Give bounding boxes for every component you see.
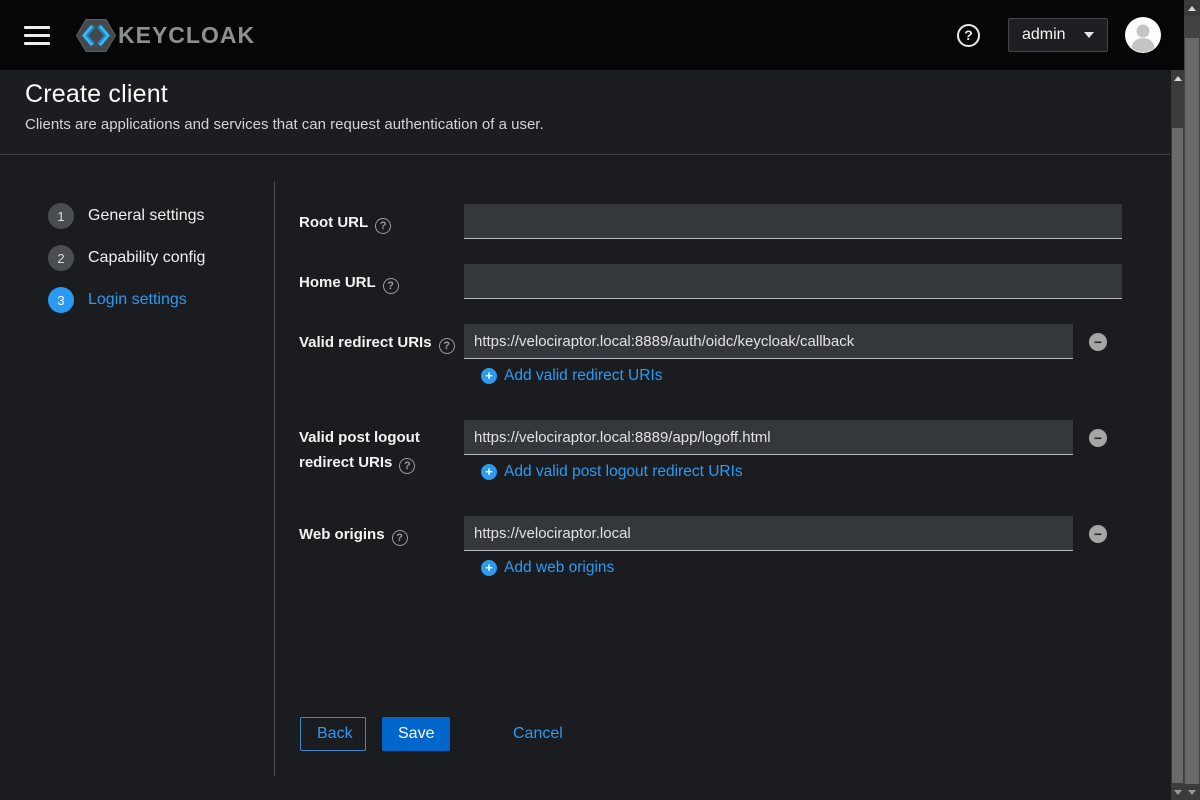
web-origins-label: Web origins? <box>299 525 459 546</box>
minus-circle-icon[interactable]: − <box>1089 333 1107 351</box>
page-title: Create client <box>25 80 1145 109</box>
keycloak-hexagon-icon <box>76 18 116 53</box>
minus-circle-icon[interactable]: − <box>1089 429 1107 447</box>
brand-text: KEYCLOAK <box>118 22 255 49</box>
step-label: Login settings <box>88 291 187 309</box>
help-circle-icon[interactable]: ? <box>392 530 408 546</box>
plus-circle-icon: + <box>481 464 497 480</box>
add-valid-redirect-uri-button[interactable]: + Add valid redirect URIs <box>481 367 663 385</box>
root-url-label: Root URL? <box>299 213 459 234</box>
add-valid-post-logout-redirect-uri-button[interactable]: + Add valid post logout redirect URIs <box>481 463 743 481</box>
plus-circle-icon: + <box>481 368 497 384</box>
step-number-badge: 1 <box>48 203 74 229</box>
plus-circle-icon: + <box>481 560 497 576</box>
add-web-origins-button[interactable]: + Add web origins <box>481 559 614 577</box>
inner-scrollbar[interactable] <box>1170 70 1184 800</box>
valid-post-logout-redirect-uris-label: Valid post logout redirect URIs? <box>299 425 459 475</box>
outer-scrollbar-thumb[interactable] <box>1185 38 1199 784</box>
valid-post-logout-redirect-uri-input[interactable] <box>464 420 1073 455</box>
wizard-nav: 1 General settings 2 Capability config 3… <box>48 203 205 329</box>
wizard-step-capability-config[interactable]: 2 Capability config <box>48 245 205 271</box>
help-circle-icon[interactable]: ? <box>375 218 391 234</box>
back-button[interactable]: Back <box>300 717 366 751</box>
username-label: admin <box>1022 26 1066 44</box>
home-url-input[interactable] <box>464 264 1122 299</box>
valid-redirect-uri-input[interactable] <box>464 324 1073 359</box>
web-origins-input[interactable] <box>464 516 1073 551</box>
wizard-step-general-settings[interactable]: 1 General settings <box>48 203 205 229</box>
chevron-down-icon <box>1084 32 1094 38</box>
step-label: Capability config <box>88 249 205 267</box>
scroll-down-icon[interactable] <box>1184 784 1200 800</box>
save-button[interactable]: Save <box>382 717 450 751</box>
keycloak-logo: KEYCLOAK <box>76 18 255 53</box>
step-number-badge: 3 <box>48 287 74 313</box>
inner-scrollbar-thumb[interactable] <box>1172 128 1183 783</box>
page-header: Create client Clients are applications a… <box>0 70 1170 155</box>
scroll-down-icon[interactable] <box>1171 784 1184 800</box>
help-circle-icon[interactable]: ? <box>383 278 399 294</box>
hamburger-menu-icon[interactable] <box>24 26 50 45</box>
wizard-actions: Back Save Cancel <box>300 717 563 751</box>
minus-circle-icon[interactable]: − <box>1089 525 1107 543</box>
step-label: General settings <box>88 207 205 225</box>
wizard-content: 1 General settings 2 Capability config 3… <box>0 156 1170 800</box>
step-number-badge: 2 <box>48 245 74 271</box>
scroll-up-icon[interactable] <box>1184 0 1200 16</box>
help-icon[interactable]: ? <box>957 24 980 47</box>
help-circle-icon[interactable]: ? <box>399 458 415 474</box>
scroll-up-icon[interactable] <box>1171 70 1184 86</box>
wizard-step-login-settings[interactable]: 3 Login settings <box>48 287 205 313</box>
avatar[interactable] <box>1125 17 1161 53</box>
page-subtitle: Clients are applications and services th… <box>25 116 1145 133</box>
outer-scrollbar[interactable] <box>1184 0 1200 800</box>
valid-redirect-uris-label: Valid redirect URIs? <box>299 333 459 354</box>
user-menu-dropdown[interactable]: admin <box>1008 18 1108 52</box>
masthead: KEYCLOAK ? admin <box>0 0 1184 70</box>
root-url-input[interactable] <box>464 204 1122 239</box>
home-url-label: Home URL? <box>299 273 459 294</box>
cancel-link[interactable]: Cancel <box>513 725 563 743</box>
vertical-divider <box>274 181 275 776</box>
help-circle-icon[interactable]: ? <box>439 338 455 354</box>
